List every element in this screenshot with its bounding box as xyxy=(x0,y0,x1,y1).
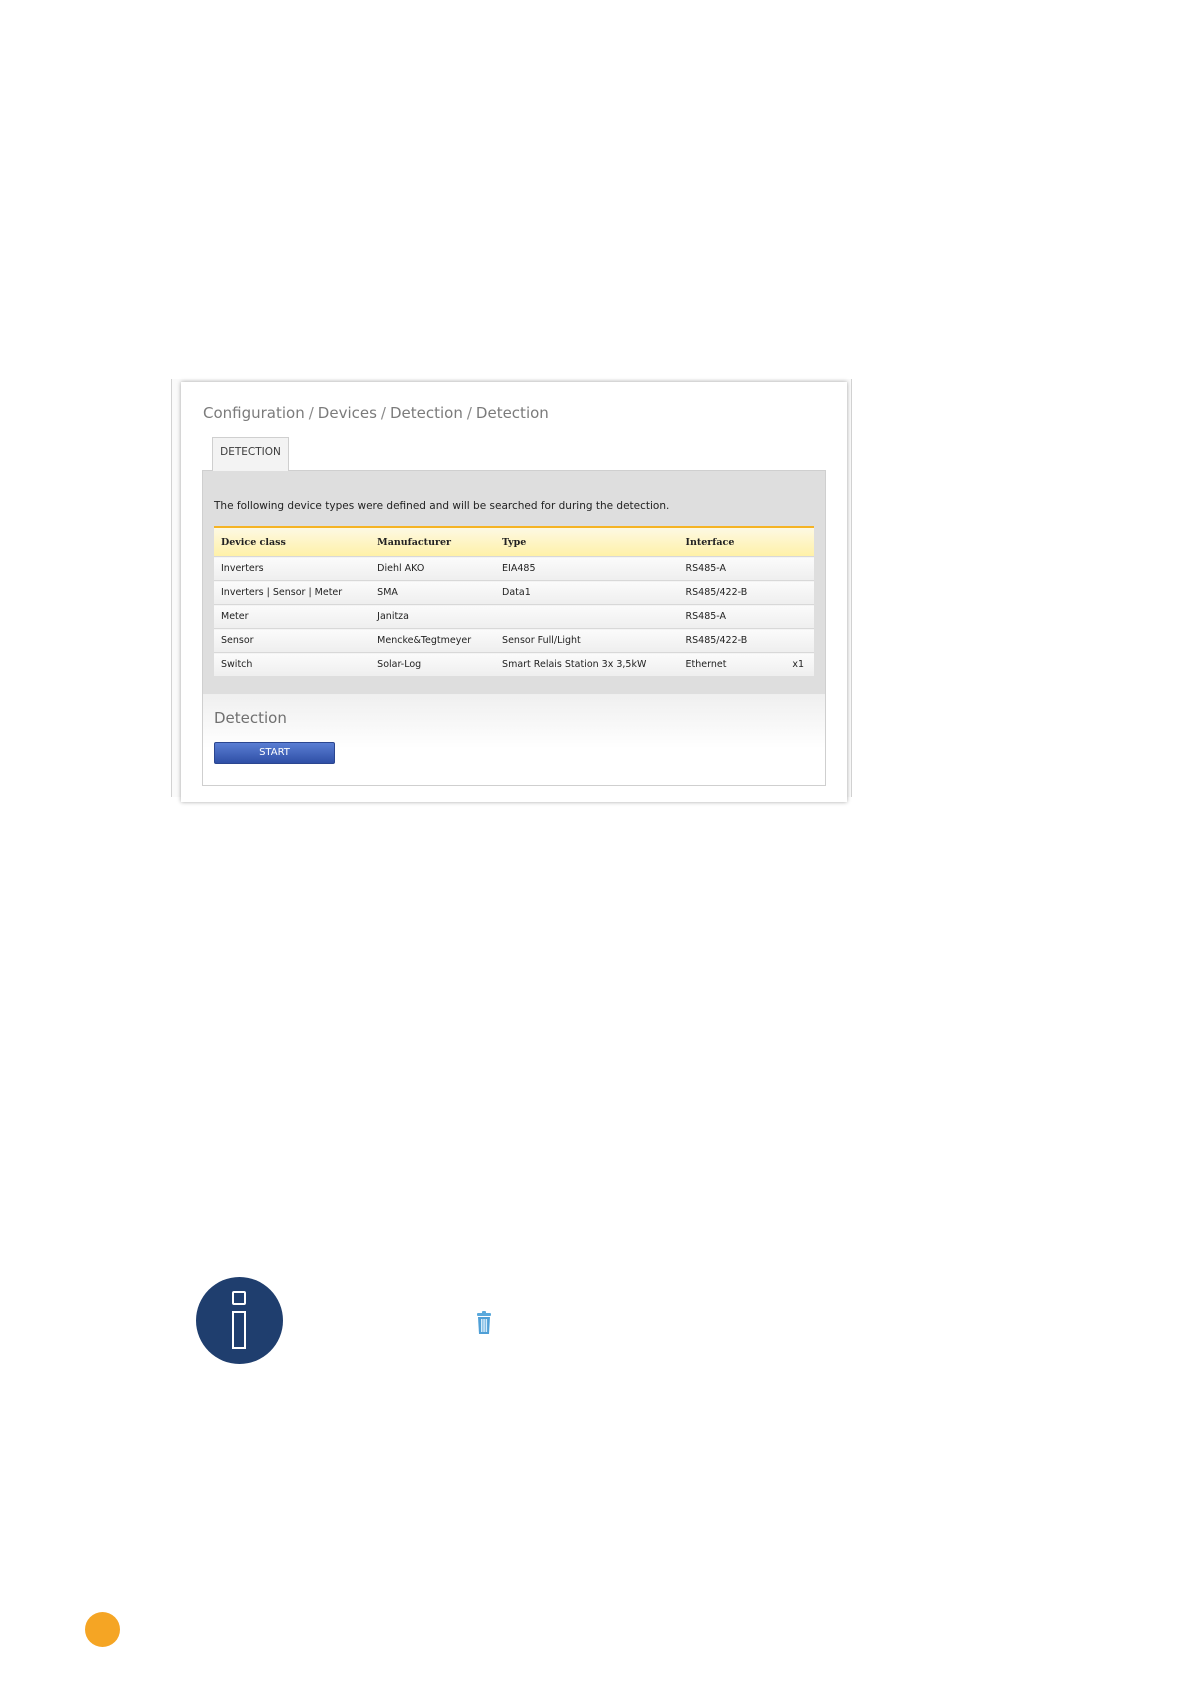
trash-icon xyxy=(477,1311,491,1334)
page-marker-dot xyxy=(85,1612,120,1647)
cell-type: Sensor Full/Light xyxy=(495,628,679,653)
info-icon-stem xyxy=(232,1311,246,1349)
cell-quantity xyxy=(769,556,814,581)
table-header-row: Device class Manufacturer Type Interface xyxy=(214,526,814,557)
info-icon-dot xyxy=(232,1291,246,1305)
breadcrumb-separator: / xyxy=(466,404,472,422)
cell-type: Smart Relais Station 3x 3,5kW xyxy=(495,652,679,676)
cell-device-class: Sensor xyxy=(214,628,371,653)
cell-device-class: Inverters | Sensor | Meter xyxy=(214,580,371,605)
cell-manufacturer: Janitza xyxy=(370,604,496,629)
cell-interface: RS485-A xyxy=(678,604,770,629)
column-header-quantity xyxy=(769,526,814,557)
cell-interface: Ethernet xyxy=(678,652,770,676)
tab-detection[interactable]: DETECTION xyxy=(212,437,289,471)
cell-manufacturer: SMA xyxy=(370,580,496,605)
cell-device-class: Inverters xyxy=(214,556,371,581)
breadcrumb-separator: / xyxy=(308,404,314,422)
info-icon xyxy=(196,1277,283,1364)
cell-manufacturer: Mencke&Tegtmeyer xyxy=(370,628,496,653)
column-header-device-class: Device class xyxy=(214,526,371,557)
cell-manufacturer: Solar-Log xyxy=(370,652,496,676)
table-row: Sensor Mencke&Tegtmeyer Sensor Full/Ligh… xyxy=(214,628,814,653)
cell-type: EIA485 xyxy=(495,556,679,581)
table-row: Inverters | Sensor | Meter SMA Data1 RS4… xyxy=(214,580,814,605)
column-header-manufacturer: Manufacturer xyxy=(370,526,496,557)
breadcrumb-item-devices[interactable]: Devices xyxy=(318,404,377,422)
cell-quantity xyxy=(769,604,814,629)
column-header-type: Type xyxy=(495,526,679,557)
cell-interface: RS485/422-B xyxy=(678,628,770,653)
cell-type: Data1 xyxy=(495,580,679,605)
cell-type xyxy=(495,604,679,629)
cell-manufacturer: Diehl AKO xyxy=(370,556,496,581)
cell-quantity: x1 xyxy=(769,652,814,676)
breadcrumb: Configuration / Devices / Detection / Detectio… xyxy=(203,404,549,422)
description-text: The following device types were defined … xyxy=(214,500,670,512)
column-header-interface: Interface xyxy=(678,526,770,557)
cell-quantity xyxy=(769,628,814,653)
cell-device-class: Meter xyxy=(214,604,371,629)
breadcrumb-separator: / xyxy=(380,404,386,422)
breadcrumb-item-configuration[interactable]: Configuration xyxy=(203,404,305,422)
table-row: Switch Solar-Log Smart Relais Station 3x… xyxy=(214,652,814,676)
detection-card: Configuration / Devices / Detection / Detectio… xyxy=(181,382,847,802)
screenshot-frame: Configuration / Devices / Detection / Detectio… xyxy=(171,379,852,802)
start-button[interactable]: START xyxy=(214,742,335,764)
detection-heading: Detection xyxy=(214,709,287,727)
breadcrumb-item-current: Detection xyxy=(475,404,549,422)
breadcrumb-item-detection[interactable]: Detection xyxy=(390,404,463,422)
cell-device-class: Switch xyxy=(214,652,371,676)
device-table: Device class Manufacturer Type Interface… xyxy=(214,526,814,676)
detection-section: Detection START xyxy=(203,694,825,785)
table-row: Inverters Diehl AKO EIA485 RS485-A xyxy=(214,556,814,581)
tab-panel: The following device types were defined … xyxy=(202,470,826,786)
device-list-section: The following device types were defined … xyxy=(203,471,825,694)
cell-quantity xyxy=(769,580,814,605)
cell-interface: RS485-A xyxy=(678,556,770,581)
table-row: Meter Janitza RS485-A xyxy=(214,604,814,629)
cell-interface: RS485/422-B xyxy=(678,580,770,605)
